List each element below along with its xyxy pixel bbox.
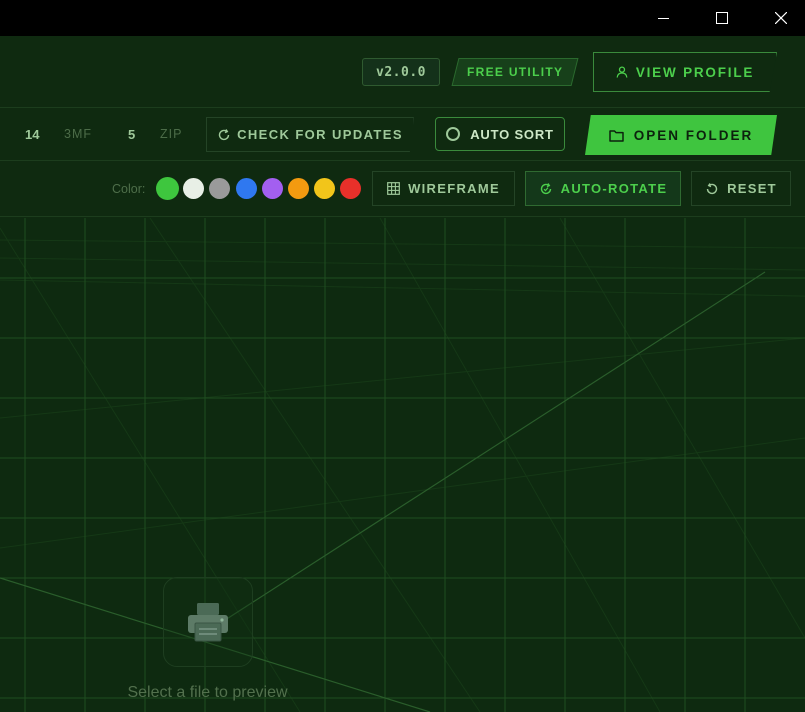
close-button[interactable] — [758, 0, 804, 36]
empty-state-text: Select a file to preview — [127, 684, 288, 701]
free-utility-badge: FREE UTILITY — [451, 58, 579, 86]
color-swatch[interactable] — [183, 178, 205, 199]
auto-sort-toggle[interactable]: AUTO SORT — [435, 117, 565, 151]
color-swatch[interactable] — [340, 178, 362, 199]
auto-rotate-label: AUTO-ROTATE — [560, 181, 668, 196]
free-utility-label: FREE UTILITY — [466, 65, 564, 79]
wireframe-button[interactable]: WIREFRAME — [372, 171, 515, 206]
zip-label: ZIP — [160, 127, 183, 141]
printer-icon — [188, 603, 228, 642]
view-profile-button[interactable]: VIEW PROFILE — [593, 52, 777, 92]
toggle-ring-icon — [446, 127, 461, 141]
auto-sort-label: AUTO SORT — [470, 126, 554, 142]
auto-rotate-button[interactable]: AUTO-ROTATE — [525, 171, 681, 206]
view-profile-label: VIEW PROFILE — [635, 64, 755, 80]
reset-label: RESET — [727, 181, 777, 196]
check-for-updates-label: CHECK FOR UPDATES — [237, 127, 403, 142]
3d-viewport[interactable]: Select a file to preview — [0, 218, 805, 712]
color-swatch[interactable] — [235, 178, 257, 199]
toolbar: 14 3MF 5 ZIP CHECK FOR UPDATES AUTO SORT… — [0, 109, 805, 161]
check-for-updates-button[interactable]: CHECK FOR UPDATES — [206, 117, 414, 152]
header-bar: v2.0.0 FREE UTILITY VIEW PROFILE — [0, 36, 805, 108]
reset-button[interactable]: RESET — [691, 171, 791, 206]
minimize-icon — [657, 17, 669, 19]
close-icon — [775, 12, 787, 24]
maximize-button[interactable] — [699, 0, 745, 36]
reset-icon — [706, 182, 718, 194]
version-badge: v2.0.0 — [362, 58, 440, 86]
color-swatch[interactable] — [288, 178, 309, 199]
color-swatch[interactable] — [209, 178, 231, 199]
open-folder-label: OPEN FOLDER — [633, 127, 754, 143]
title-bar — [0, 0, 805, 36]
minimize-button[interactable] — [640, 0, 686, 36]
grid-floor — [0, 218, 805, 712]
color-label: Color: — [112, 182, 146, 196]
3mf-count: 14 — [25, 127, 40, 142]
wireframe-label: WIREFRAME — [408, 181, 500, 196]
color-swatch[interactable] — [261, 178, 283, 199]
user-icon — [616, 66, 628, 78]
rotate-icon — [540, 182, 551, 194]
empty-preview-box — [163, 577, 253, 667]
refresh-icon — [218, 128, 230, 140]
3mf-label: 3MF — [64, 127, 92, 141]
maximize-icon — [716, 12, 728, 24]
color-swatch[interactable] — [314, 178, 336, 199]
color-swatch[interactable] — [156, 177, 179, 200]
folder-icon — [608, 129, 624, 142]
grid-icon — [387, 182, 400, 195]
view-controls-bar: Color: WIREFRAME AUTO-ROTATE RESET — [0, 162, 805, 217]
open-folder-button[interactable]: OPEN FOLDER — [585, 115, 777, 155]
zip-count: 5 — [128, 127, 136, 142]
